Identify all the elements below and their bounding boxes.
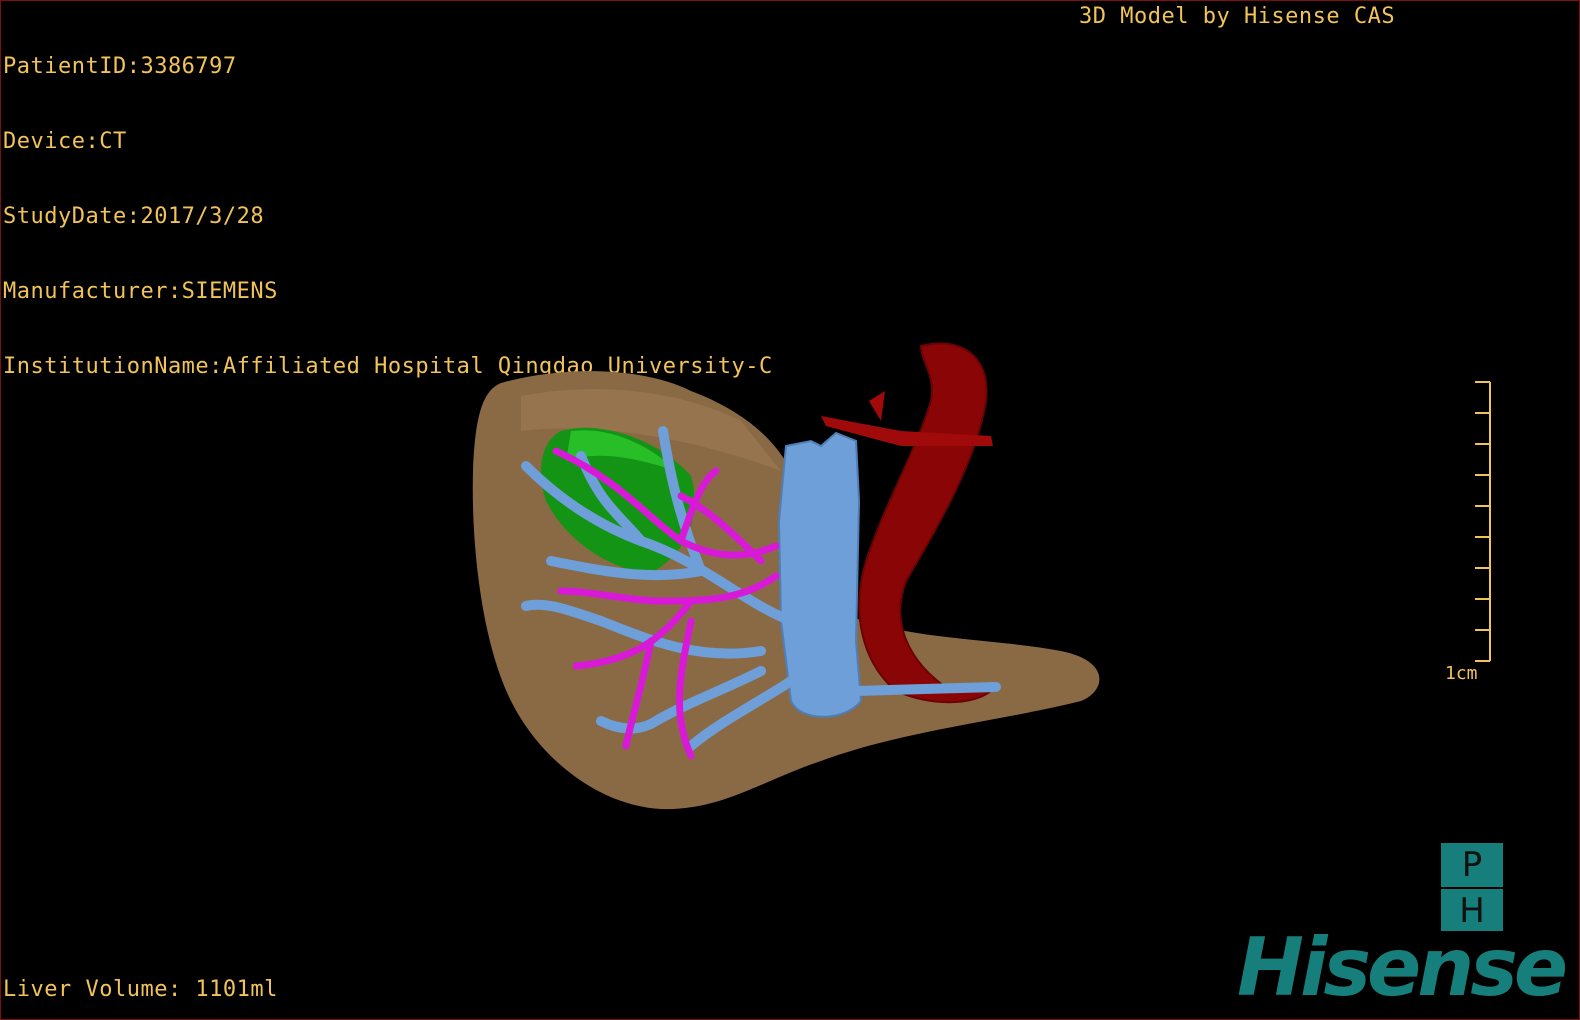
hisense-logo: Hisense xyxy=(1237,921,1568,1014)
3d-viewport[interactable]: PatientID:3386797 Device:CT StudyDate:20… xyxy=(0,0,1580,1020)
liver-volume-label: Liver Volume: 1101ml xyxy=(3,977,278,1002)
portal-vein-trunk xyxy=(777,431,863,718)
aorta-branch-small xyxy=(869,391,885,421)
scale-bar xyxy=(1475,381,1491,662)
scale-bar-label: 1cm xyxy=(1445,663,1478,684)
liver-3d-model[interactable] xyxy=(1,1,1580,1020)
orientation-face-top: P xyxy=(1461,845,1483,885)
orientation-cube[interactable]: P H xyxy=(1441,843,1503,931)
